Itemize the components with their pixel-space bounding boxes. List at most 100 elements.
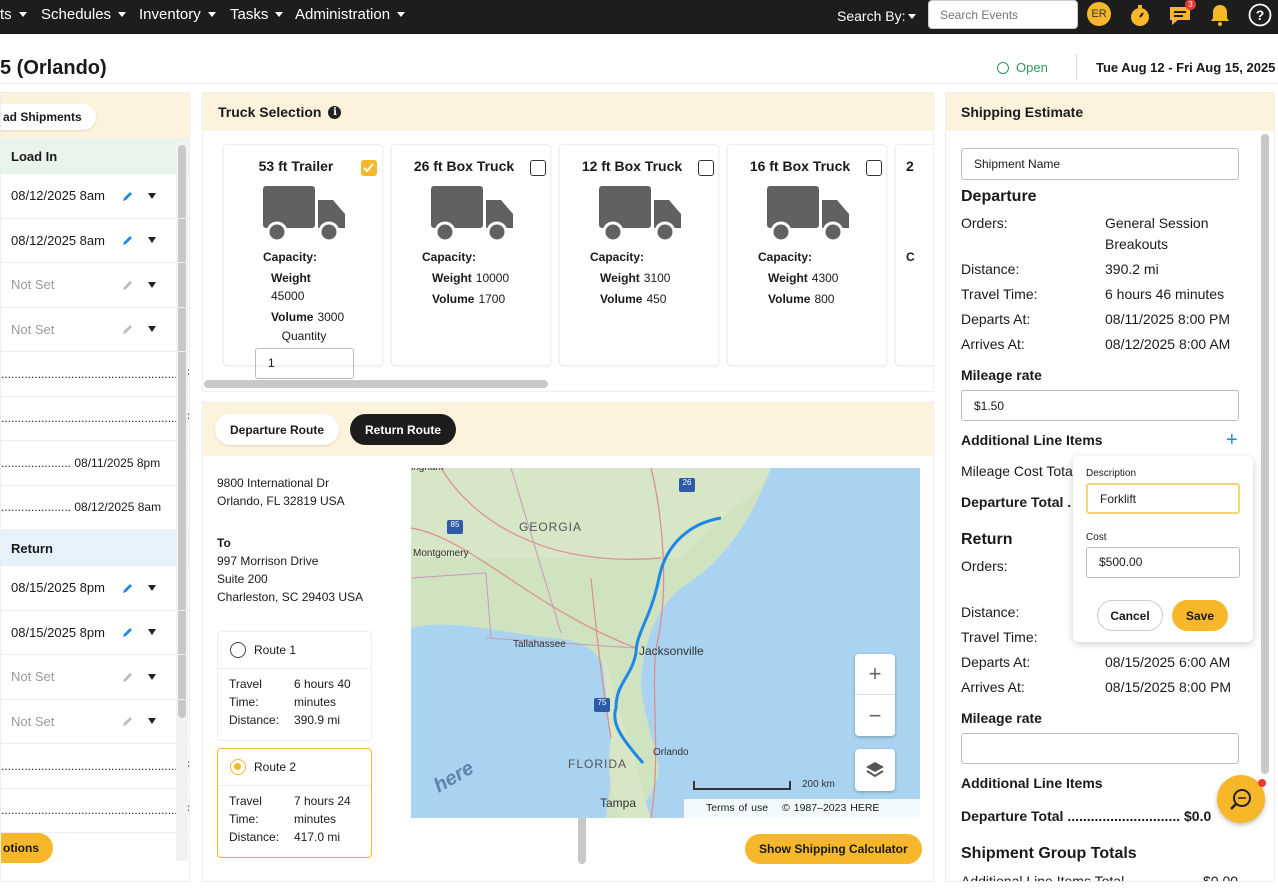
search-events-input[interactable] [928, 0, 1078, 29]
edit-pencil-icon[interactable] [122, 323, 134, 335]
weight-label: Weight [600, 271, 640, 285]
truck-checkbox[interactable] [530, 160, 546, 176]
weight-value: 10000 [475, 271, 510, 285]
terms-link[interactable]: Terms of use [706, 802, 768, 814]
dropdown-caret-icon[interactable] [148, 237, 156, 244]
quantity-input[interactable]: 1 [255, 348, 354, 379]
highway-shield-icon: 26 [679, 478, 695, 492]
shipment-row[interactable]: 08/15/2025 8pm [1, 566, 189, 611]
shipment-row[interactable]: Not Set [1, 308, 189, 352]
cancel-button[interactable]: Cancel [1097, 600, 1163, 631]
dropdown-caret-icon[interactable] [148, 718, 156, 725]
bell-icon[interactable] [1207, 2, 1233, 28]
nav-item-schedules[interactable]: Schedules [41, 6, 127, 23]
save-button[interactable]: Save [1172, 600, 1228, 631]
truck-card[interactable]: 26 ft Box Truck Capacity: Weight 10000 Volum… [391, 144, 551, 366]
truck-card[interactable]: 16 ft Box Truck Capacity: Weight 4300 Volume… [727, 144, 887, 366]
dropdown-caret-icon[interactable] [148, 673, 156, 680]
nav-item-inventory[interactable]: Inventory [139, 6, 216, 23]
scrollbar[interactable] [1261, 134, 1269, 774]
dropdown-caret-icon[interactable] [148, 192, 156, 199]
address-line: Orlando, FL 32819 USA [217, 494, 345, 508]
dropdown-caret-icon[interactable] [148, 326, 156, 333]
shipment-row[interactable]: Not Set [1, 700, 189, 744]
edit-pencil-icon[interactable] [122, 279, 134, 291]
truck-icon [431, 186, 513, 244]
return-mileage-rate-input[interactable] [961, 733, 1239, 764]
status-badge: Open [997, 60, 1048, 75]
edit-pencil-icon[interactable] [122, 234, 134, 246]
volume-value: 450 [646, 292, 667, 306]
map-label: FLORIDA [568, 757, 628, 771]
zoom-out-icon[interactable]: − [855, 695, 895, 736]
volume-value: 3000 [317, 310, 345, 324]
tab-departure-route[interactable]: Departure Route [215, 414, 340, 445]
truck-card[interactable]: 53 ft Trailer Capacity: Weight 45000 Volume 3… [223, 144, 383, 379]
edit-pencil-icon[interactable] [122, 582, 134, 594]
additional-line-items-label: Additional Line Items [961, 775, 1103, 791]
chat-icon[interactable]: 3 [1167, 0, 1196, 28]
truck-checkbox[interactable] [866, 160, 882, 176]
dropdown-caret-icon[interactable] [148, 281, 156, 288]
shipment-summary-row: ........................................… [1, 789, 189, 833]
notification-badge: 3 [1185, 0, 1196, 10]
route-radio[interactable] [230, 759, 246, 775]
help-icon[interactable]: ? [1247, 2, 1273, 28]
distance-label: Distance: [229, 830, 280, 844]
search-by-dropdown[interactable]: Search By: [837, 8, 917, 24]
status-dot-icon [997, 61, 1009, 74]
capacity-label: Capacity: [263, 250, 318, 264]
cost-input[interactable]: $500.00 [1086, 547, 1240, 578]
travel-time-value: minutes [294, 695, 337, 709]
mileage-rate-input[interactable]: $1.50 [961, 390, 1239, 421]
nav-item-administration[interactable]: Administration [295, 6, 406, 23]
nav-item-label: Administration [295, 6, 391, 23]
zoom-in-icon[interactable]: + [855, 654, 895, 695]
edit-pencil-icon[interactable] [122, 190, 134, 202]
dropdown-caret-icon[interactable] [148, 629, 156, 636]
map-scale-bar [693, 781, 791, 790]
weight-value: 4300 [811, 271, 839, 285]
shipment-row[interactable]: 08/15/2025 8pm [1, 611, 189, 655]
truck-card[interactable]: 2C [895, 144, 933, 366]
map-label: Tallahassee [513, 639, 566, 650]
route-option-card[interactable]: Route 2 Travel Time: Distance: 7 hours 24 min… [217, 748, 372, 858]
description-input[interactable]: Forklift [1086, 483, 1240, 514]
horizontal-scrollbar[interactable] [204, 380, 548, 388]
route-radio[interactable] [230, 642, 246, 658]
shipment-date: 08/15/2025 8pm [11, 624, 105, 640]
shipment-name-input[interactable]: Shipment Name [961, 148, 1239, 180]
dropdown-caret-icon[interactable] [148, 584, 156, 591]
capacity-label: Capacity: [590, 250, 645, 264]
chevron-down-icon [275, 12, 284, 17]
volume-label: Volume [768, 292, 811, 306]
group-line-items-label: Additional Line Items Total [961, 873, 1125, 882]
route-map[interactable]: GEORGIA Montgomery Tallahassee Jacksonvi… [411, 468, 920, 818]
info-icon[interactable]: i [328, 105, 342, 119]
options-button[interactable]: otions [1, 833, 53, 863]
edit-pencil-icon[interactable] [122, 626, 134, 638]
nav-item-tasks[interactable]: Tasks [230, 6, 284, 23]
shipment-row[interactable]: 08/12/2025 8am [1, 174, 189, 219]
edit-pencil-icon[interactable] [122, 715, 134, 727]
shipment-row[interactable]: Not Set [1, 263, 189, 308]
show-shipping-calculator-button[interactable]: Show Shipping Calculator [745, 834, 922, 864]
stopwatch-icon[interactable] [1127, 2, 1153, 28]
edit-pencil-icon[interactable] [122, 671, 134, 683]
shipment-row[interactable]: 08/12/2025 8am [1, 219, 189, 263]
truck-checkbox[interactable] [698, 160, 714, 176]
layers-icon[interactable] [855, 749, 895, 791]
truck-card[interactable]: 12 ft Box Truck Capacity: Weight 3100 Volume… [559, 144, 719, 366]
weight-label: Weight [271, 271, 311, 285]
shipments-tab[interactable]: ad Shipments [1, 104, 96, 130]
return-total-value: $0.0 [1184, 808, 1212, 824]
weight-row: Weight 10000 [432, 271, 509, 285]
shipment-row[interactable]: Not Set [1, 655, 189, 700]
truck-checkbox[interactable] [361, 160, 377, 176]
nav-item-events[interactable]: ts [0, 6, 27, 23]
add-line-item-icon[interactable]: + [1226, 429, 1238, 452]
tab-return-route[interactable]: Return Route [350, 414, 456, 445]
route-option-card[interactable]: Route 1 Travel Time: Distance: 6 hours 40 min… [217, 631, 372, 741]
avatar[interactable]: ER [1087, 2, 1111, 26]
route-details: Travel Time: Distance: 7 hours 24 minutes 417… [218, 786, 371, 856]
